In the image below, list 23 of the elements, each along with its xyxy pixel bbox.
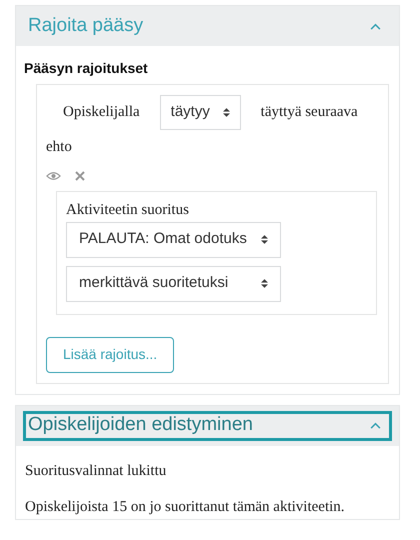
dropdown-value: täytyy bbox=[170, 102, 210, 122]
dropdown[interactable]: PALAUTA: Omat odotuks bbox=[66, 222, 281, 258]
paragraph-text: Opiskelijoista 15 on jo suorittanut tämän aktiviteetin. bbox=[25, 498, 346, 517]
collapse-chevron-icon[interactable] bbox=[370, 22, 381, 30]
restriction-text: Opiskelijalla bbox=[63, 103, 140, 122]
restriction-text: ehto bbox=[46, 138, 73, 157]
condition-title: Aktiviteetin suoritus bbox=[66, 200, 190, 220]
section-header[interactable]: Opiskelijoiden edistyminen bbox=[23, 410, 392, 440]
restriction-text: täyttyä seuraava bbox=[260, 103, 358, 122]
section-title: Opiskelijoiden edistyminen bbox=[28, 413, 253, 438]
sort-arrows-icon bbox=[261, 279, 268, 288]
collapse-chevron-icon[interactable] bbox=[370, 422, 381, 429]
eye-icon[interactable] bbox=[46, 170, 61, 180]
sort-arrows-icon bbox=[222, 108, 230, 117]
paragraph-text: Suoritusvalinnat lukittu bbox=[25, 462, 168, 480]
dropdown-value: merkittävä suoritetuksi bbox=[79, 273, 228, 294]
sort-arrows-icon bbox=[261, 235, 268, 244]
section-title: Rajoita pääsy bbox=[28, 14, 144, 38]
dropdown[interactable]: merkittävä suoritetuksi bbox=[66, 266, 281, 302]
dropdown[interactable]: täytyy bbox=[160, 95, 241, 130]
close-icon[interactable] bbox=[75, 170, 85, 180]
dropdown-value: PALAUTA: Omat odotuks bbox=[79, 229, 247, 250]
section-subheading: Pääsyn rajoitukset bbox=[24, 59, 149, 78]
